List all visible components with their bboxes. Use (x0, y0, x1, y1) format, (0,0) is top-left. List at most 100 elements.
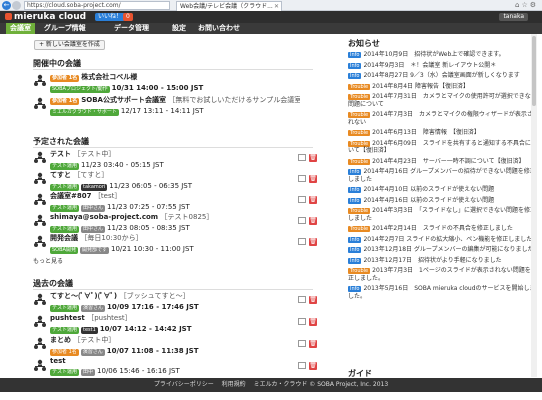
scrollbar[interactable] (531, 34, 537, 377)
participant-badge: 参加者 1名 (50, 98, 80, 105)
trash-icon[interactable]: 🗑 (309, 362, 317, 370)
group-icon (34, 214, 46, 226)
browser-tab[interactable]: Web会議/テレビ会議（クラウド... ✕ (176, 1, 282, 11)
news-item[interactable]: Info 2014年4月10日 以前のスライドが使えない問題 (348, 186, 538, 194)
news-badge: Info (348, 197, 362, 204)
nav-item-settings[interactable]: 設定 (172, 23, 186, 34)
trash-icon[interactable]: 🗑 (309, 175, 317, 183)
meeting-item[interactable]: テスト ［テスト中］ テスト運用 11/23 03:40 - 05:15 JST … (33, 149, 318, 170)
meeting-item[interactable]: pushtest ［pushtest］ テスト運用 test1 10/07 14:1… (33, 313, 318, 334)
news-item[interactable]: Info 2014年4月16日 グループメンバーの招待ができない問題を修正しました (348, 168, 538, 183)
scheduled-heading: 予定された会議 (33, 137, 89, 146)
meeting-subtitle: ［無料でお試しいただけるサンプル会議室です］ (168, 96, 300, 104)
news-badge: Info (348, 286, 362, 292)
mail-icon[interactable] (298, 296, 306, 303)
meeting-item[interactable]: 会議室#807 ［test］ テスト運用 田中さん 11/23 07:25 - 07… (33, 191, 318, 212)
new-meeting-button[interactable]: + 新しい会議室を作成 (34, 40, 105, 50)
mail-icon[interactable] (298, 175, 306, 182)
participant-badge: 参加者 1名 (50, 349, 79, 356)
group-icon (34, 293, 46, 305)
back-icon[interactable]: ← (2, 1, 11, 10)
tab-title: Web会議/テレビ会議（クラウド... (180, 3, 273, 10)
news-item[interactable]: Trouble 2014年7月31日 カメラとマイクの使用許可が選択できない問題に… (348, 93, 538, 108)
news-item[interactable]: Info 2013年5月16日 SOBA mieruka cloudのサービスを開… (348, 285, 538, 300)
scroll-thumb[interactable] (532, 36, 536, 106)
terms-link[interactable]: 利用規約 (222, 381, 246, 388)
news-item[interactable]: Trouble 2013年7月3日 1ページのスライドが表示されない問題を修正しま… (348, 267, 538, 282)
news-item[interactable]: Trouble 2014年2月14日 スライドの不具合を修正しました (348, 225, 538, 233)
news-item[interactable]: Info 2014年10月9日 招待状がWeb上で確認できます。 (348, 51, 538, 59)
meeting-item[interactable]: 参加者 1名 株式会社コベル様 SOBAプロジェクト/動作 10/31 14:00 … (33, 72, 318, 93)
group-icon (34, 235, 46, 247)
browser-toolbar-icons[interactable]: ⌂☆⚙ (515, 1, 538, 9)
news-panel: お知らせ Info 2014年10月9日 招待状がWeb上で確認できます。 Info… (348, 38, 538, 378)
mail-icon[interactable] (298, 318, 306, 325)
footer: プライバシーポリシー 利用規約 ミエルカ・クラウド © SOBA Project… (0, 378, 542, 392)
news-badge: Info (348, 257, 362, 264)
nav-item-contact[interactable]: お問い合わせ (198, 23, 240, 34)
address-bar[interactable]: https://cloud.soba-project.com/ (24, 1, 170, 10)
trash-icon[interactable]: 🗑 (309, 217, 317, 225)
news-item[interactable]: Info 2013年12月18日 グループメンバーの編集が可能になりました (348, 246, 538, 254)
meeting-item[interactable]: てすと ［てすと］ テスト運用 takamori 11/23 06:05 - 06:… (33, 170, 318, 191)
owner-badge: takamori (81, 184, 108, 191)
group-icon (34, 337, 46, 349)
trash-icon[interactable]: 🗑 (309, 154, 317, 162)
news-text: 2014年4月23日 サーバー一時不調について【復旧済】 (372, 157, 525, 165)
owner-badge: 演習さん (80, 349, 105, 356)
news-item[interactable]: Info 2014年9月3日 ＊！会議室 新レイアウト公開＊ (348, 62, 538, 70)
meeting-item[interactable]: 参加者 1名SOBA公式サポート会議室 ［無料でお試しいただけるサンプル会議室で… (33, 95, 318, 116)
meeting-item[interactable]: てすと～(ﾟ∀ﾟ)(ﾟ∀ﾟ) ［ブッシュてすと～］ テスト運用 演習さん 10/09… (33, 291, 318, 312)
meeting-title: pushtest (50, 314, 85, 322)
trash-icon[interactable]: 🗑 (309, 196, 317, 204)
more-link[interactable]: もっと見る (33, 256, 63, 265)
news-item[interactable]: Trouble 2014年4月23日 サーバー一時不調について【復旧済】 (348, 158, 538, 166)
nav-item-groups[interactable]: グループ情報 (44, 23, 86, 34)
news-item[interactable]: Trouble 2014年7月3日 カメラとマイクの権限ウィザードが表示されない (348, 111, 538, 126)
participant-badge: 参加者 1名 (50, 75, 80, 82)
news-badge: Info (348, 236, 362, 243)
mail-icon[interactable] (298, 340, 306, 347)
news-item[interactable]: Info 2014年2月7日 スライドの拡大縮小、ペン機能を修正しました (348, 236, 538, 244)
news-badge: Trouble (348, 140, 371, 147)
trash-icon[interactable]: 🗑 (309, 340, 317, 348)
logo[interactable]: mieruka cloud (5, 12, 86, 22)
trash-icon[interactable]: 🗑 (309, 238, 317, 246)
news-badge: Trouble (348, 83, 371, 90)
news-text: 2013年12月18日 グループメンバーの編集が可能になりました (363, 246, 534, 253)
mail-icon[interactable] (298, 196, 306, 203)
group-badge: テスト運用 (50, 184, 80, 191)
meeting-item[interactable]: test テスト運用 田中 10/06 15:46 - 16:16 JST 🗑 (33, 357, 318, 377)
notification-badge[interactable]: 0 (123, 13, 133, 21)
mail-icon[interactable] (298, 238, 306, 245)
mail-icon[interactable] (298, 217, 306, 224)
trash-icon[interactable]: 🗑 (309, 296, 317, 304)
nav-item-data[interactable]: データ管理 (114, 23, 149, 34)
meeting-item[interactable]: shimaya@soba-project.com ［テスト0825］ テスト運用… (33, 212, 318, 233)
news-badge: Info (348, 169, 362, 175)
group-badge: テスト運用 (50, 226, 80, 233)
meeting-time: 11/23 07:25 - 07:55 JST (107, 203, 190, 211)
news-item[interactable]: Trouble 2014年8月4日 障害報告【復旧済】 (348, 83, 538, 91)
meeting-item[interactable]: 開発会議 ［毎日10:30から］ SOBA開発 開発部です 10/21 10:30 … (33, 233, 318, 254)
meeting-item[interactable]: まとめ ［テスト中］ 参加者 1名 演習さん 10/07 11:08 - 11:38… (33, 335, 318, 356)
news-item[interactable]: Info 2013年12月17日 招待状がより手軽になりました (348, 257, 538, 265)
news-item[interactable]: Info 2014年4月16日 以前のスライドが使えない問題 (348, 197, 538, 205)
news-item[interactable]: Trouble 2014年3月3日 「スライドなし」に選択できない問題を修正しまし… (348, 207, 538, 222)
like-button[interactable]: いいね！ (95, 13, 126, 21)
news-badge: Info (348, 187, 362, 193)
news-item[interactable]: Trouble 2014年6月09日 スライドを共有すると通知する不具合について【… (348, 140, 538, 155)
privacy-link[interactable]: プライバシーポリシー (154, 381, 214, 388)
news-item[interactable]: Info 2014年8月27日 9／3（水）会議室画面が新しくなります (348, 72, 538, 80)
mail-icon[interactable] (298, 154, 306, 161)
user-menu[interactable]: tanaka (499, 13, 528, 21)
news-text: 2014年6月13日 障害情報 【復旧済】 (372, 129, 480, 136)
mail-icon[interactable] (298, 362, 306, 369)
nav-item-rooms[interactable]: 会議室 (6, 23, 35, 34)
close-icon[interactable]: ✕ (274, 2, 279, 11)
meeting-subtitle: ［毎日10:30から］ (80, 234, 143, 242)
forward-icon[interactable] (12, 1, 21, 10)
trash-icon[interactable]: 🗑 (309, 318, 317, 326)
news-text: 2014年2月7日 スライドの拡大縮小、ペン機能を修正しました (363, 235, 533, 243)
news-item[interactable]: Trouble 2014年6月13日 障害情報 【復旧済】 (348, 129, 538, 137)
